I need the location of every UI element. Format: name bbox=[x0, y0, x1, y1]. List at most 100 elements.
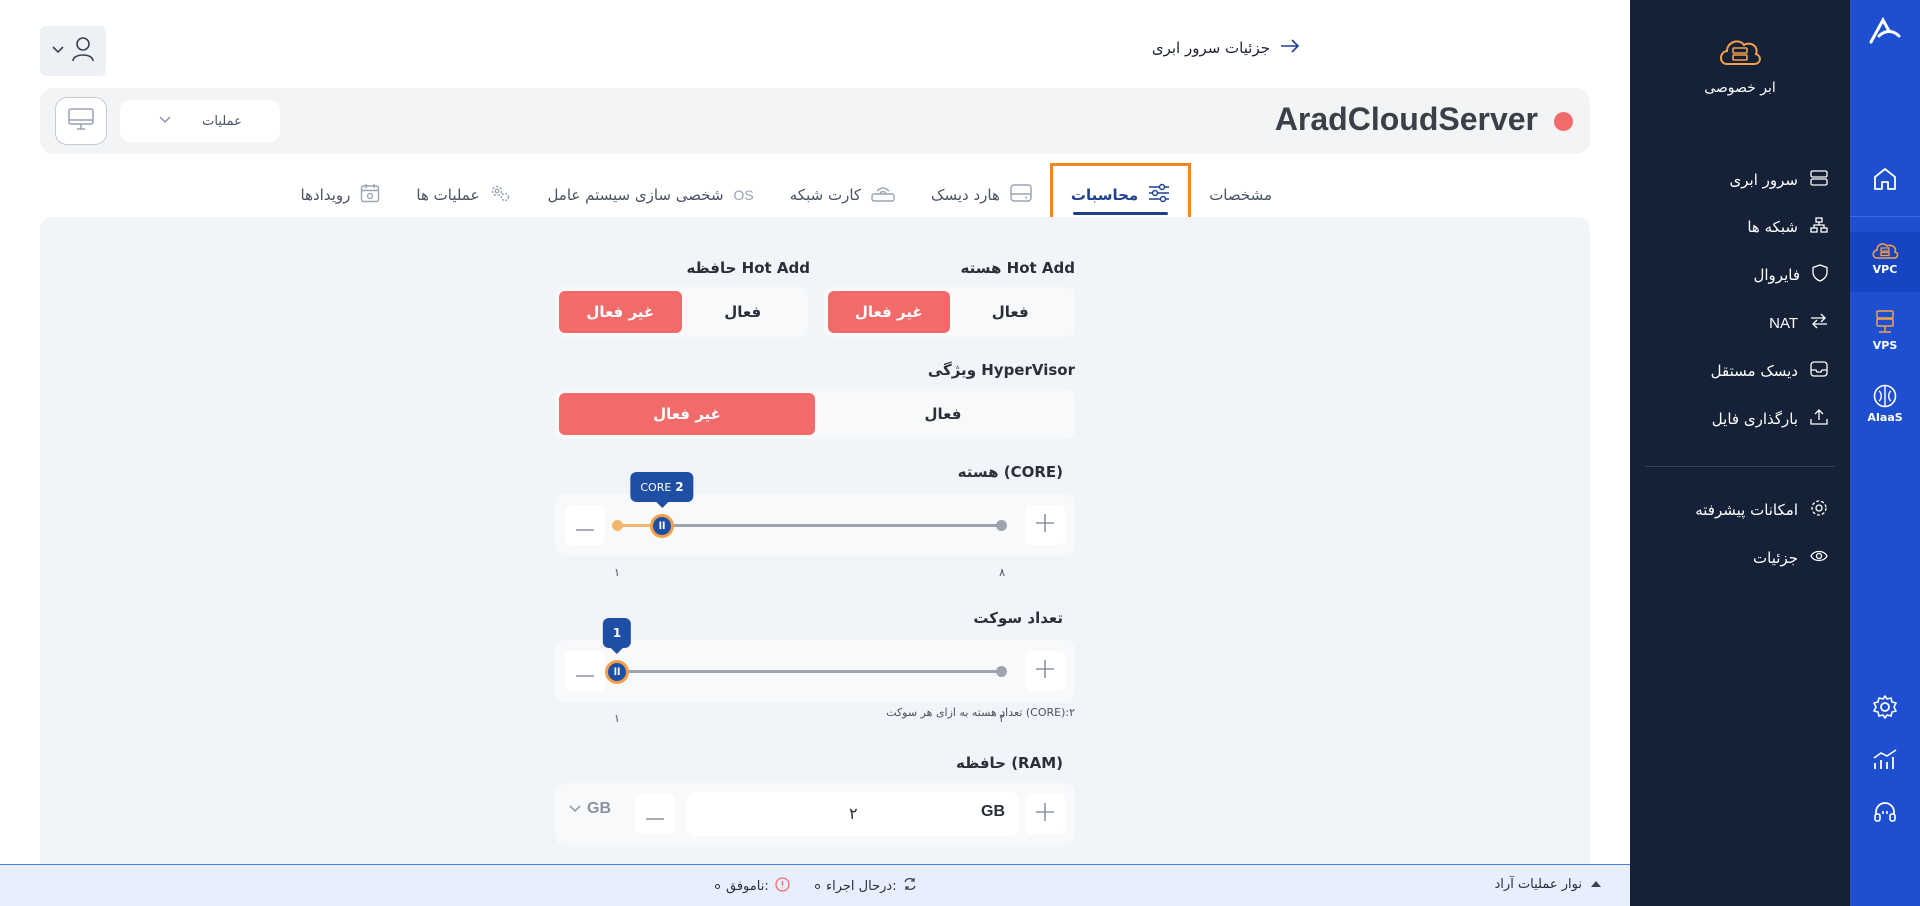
user-menu-button[interactable] bbox=[40, 26, 106, 76]
sidebar-item-details[interactable]: جزئیات bbox=[1660, 546, 1828, 570]
memory-hot-add-label: حافظه Hot Add bbox=[686, 259, 810, 277]
ram-decrement-button[interactable] bbox=[635, 794, 675, 834]
sidebar-item-label: امکانات پیشرفته bbox=[1695, 501, 1798, 519]
plus-icon bbox=[1036, 514, 1054, 536]
minus-icon bbox=[576, 662, 594, 681]
ram-value: ۲ bbox=[849, 804, 858, 823]
tab-os-customization[interactable]: OS شخصی سازی سیستم عامل bbox=[529, 173, 771, 217]
operations-bar-title: نوار عملیات آراد bbox=[1494, 877, 1582, 892]
sidebar-panel: ابر خصوصی سرور ابری شبکه ها فایروال NAT … bbox=[1630, 0, 1850, 906]
os-icon: OS bbox=[733, 187, 754, 203]
socket-min-tick: ۱ bbox=[614, 712, 620, 725]
sidebar-item-independent-disk[interactable]: دیسک مستقل bbox=[1660, 359, 1828, 383]
rail-analytics-button[interactable] bbox=[1850, 748, 1920, 774]
core-hot-add-on[interactable]: فعال bbox=[950, 291, 1072, 333]
ram-label: حافظه (RAM) bbox=[955, 754, 1063, 772]
router-icon bbox=[871, 184, 895, 206]
gear-icon bbox=[1872, 695, 1898, 724]
tab-label: رویدادها bbox=[300, 186, 351, 204]
rail-item-home[interactable] bbox=[1850, 160, 1920, 216]
plus-icon bbox=[1036, 803, 1054, 825]
server-name: AradCloudServer bbox=[1274, 101, 1538, 137]
hypervisor-toggle: فعال غیر فعال bbox=[555, 389, 1075, 439]
core-hot-add-off[interactable]: غیر فعال bbox=[828, 291, 950, 333]
ram-unit-select[interactable]: GB bbox=[569, 800, 611, 818]
sidebar-item-nat[interactable]: NAT bbox=[1660, 311, 1828, 335]
status-dot bbox=[1554, 112, 1573, 131]
tab-specs[interactable]: مشخصات bbox=[1191, 173, 1290, 217]
monitor-icon bbox=[68, 108, 94, 134]
calendar-icon bbox=[360, 183, 380, 207]
memory-hot-add-off[interactable]: غیر فعال bbox=[559, 291, 682, 333]
socket-slider-thumb[interactable]: ll bbox=[605, 660, 629, 684]
tab-disk[interactable]: هارد دیسک bbox=[913, 173, 1050, 217]
ram-increment-button[interactable] bbox=[1025, 794, 1065, 834]
home-icon bbox=[1850, 166, 1920, 192]
socket-slider-box: ll 1 ۱ ۲ bbox=[555, 618, 1075, 725]
sidebar-item-networks[interactable]: شبکه ها bbox=[1660, 215, 1828, 239]
socket-value-tooltip: 1 bbox=[602, 618, 632, 654]
tab-bar: مشخصات محاسبات هارد دیسک کارت شبکه OS شخ… bbox=[283, 163, 1291, 227]
hypervisor-on[interactable]: فعال bbox=[815, 393, 1071, 435]
console-button[interactable] bbox=[55, 97, 107, 145]
compute-panel: هسته Hot Add حافظه Hot Add فعال غیر فعال… bbox=[40, 217, 1590, 906]
tab-network-card[interactable]: کارت شبکه bbox=[772, 173, 913, 217]
rail-settings-button[interactable] bbox=[1850, 694, 1920, 724]
hard-disk-icon bbox=[1010, 184, 1032, 206]
rail-item-vps[interactable]: VPS bbox=[1850, 310, 1920, 362]
ram-input-box: ۲ GB GB bbox=[555, 783, 1075, 845]
operations-bar-toggle[interactable]: نوار عملیات آراد bbox=[1495, 877, 1602, 892]
tab-events[interactable]: رویدادها bbox=[283, 173, 399, 217]
ram-unit: GB bbox=[981, 803, 1005, 820]
cores-per-socket-note: تعداد هسته به ازای هر سوکت (CORE):۲ bbox=[886, 706, 1075, 719]
upload-icon bbox=[1810, 408, 1828, 430]
ram-value-field[interactable]: ۲ GB bbox=[687, 792, 1019, 836]
sidebar-item-label: دیسک مستقل bbox=[1710, 362, 1798, 380]
socket-increment-button[interactable] bbox=[1025, 651, 1065, 691]
tab-label: محاسبات bbox=[1070, 186, 1139, 204]
chevron-down-icon bbox=[51, 42, 65, 61]
eye-icon bbox=[1810, 549, 1828, 567]
socket-decrement-button[interactable] bbox=[565, 651, 605, 691]
sidebar-item-file-upload[interactable]: بارگذاری فایل bbox=[1660, 407, 1828, 431]
failed-label: ناموفق: bbox=[726, 879, 769, 894]
core-min-tick: ۱ bbox=[614, 566, 620, 579]
core-decrement-button[interactable] bbox=[565, 505, 605, 545]
ram-unit-select-value: GB bbox=[587, 800, 611, 817]
rail-item-aiaas[interactable]: AIaaS bbox=[1850, 384, 1920, 436]
sidebar-item-label: NAT bbox=[1769, 314, 1798, 332]
sidebar-item-advanced[interactable]: امکانات پیشرفته bbox=[1660, 498, 1828, 522]
sidebar-item-cloud-server[interactable]: سرور ابری bbox=[1660, 168, 1828, 192]
rail-item-label: AIaaS bbox=[1867, 411, 1903, 424]
server-header: AradCloudServer عملیات bbox=[40, 88, 1590, 154]
memory-hot-add-on[interactable]: فعال bbox=[682, 291, 805, 333]
sidebar-item-label: فایروال bbox=[1753, 266, 1800, 284]
rail-support-button[interactable] bbox=[1850, 800, 1920, 830]
core-increment-button[interactable] bbox=[1025, 505, 1065, 545]
socket-slider[interactable]: ll 1 ۱ ۲ bbox=[602, 618, 1007, 725]
rail-item-label: VPC bbox=[1872, 263, 1898, 276]
hypervisor-off[interactable]: غیر فعال bbox=[559, 393, 815, 435]
vps-icon bbox=[1850, 310, 1920, 336]
operations-dropdown[interactable]: عملیات bbox=[120, 100, 280, 142]
core-label: هسته (CORE) bbox=[957, 463, 1063, 481]
sidebar-item-firewall[interactable]: فایروال bbox=[1660, 263, 1828, 287]
memory-hot-add-toggle: فعال غیر فعال bbox=[555, 287, 808, 337]
chart-icon bbox=[1872, 749, 1898, 774]
core-slider[interactable]: ll CORE 2 ۱ ۸ bbox=[612, 472, 1007, 579]
core-slider-max-point bbox=[996, 520, 1007, 531]
gears-icon bbox=[489, 183, 511, 207]
tab-label: مشخصات bbox=[1209, 186, 1272, 204]
core-tooltip-number: 2 bbox=[675, 480, 684, 494]
core-slider-thumb[interactable]: ll bbox=[650, 514, 674, 538]
operations-label: عملیات bbox=[202, 113, 242, 129]
core-slider-min-point bbox=[612, 520, 623, 531]
sidebar-divider bbox=[1645, 466, 1835, 467]
brain-icon bbox=[1850, 384, 1920, 408]
minus-icon bbox=[646, 805, 664, 824]
back-link[interactable]: جزئیات سرور ابری bbox=[1152, 39, 1300, 57]
rail-item-vpc[interactable]: VPC bbox=[1850, 232, 1920, 292]
tab-operations[interactable]: عملیات ها bbox=[398, 173, 529, 217]
tab-label: شخصی سازی سیستم عامل bbox=[547, 186, 724, 204]
logo-icon bbox=[1867, 16, 1903, 46]
